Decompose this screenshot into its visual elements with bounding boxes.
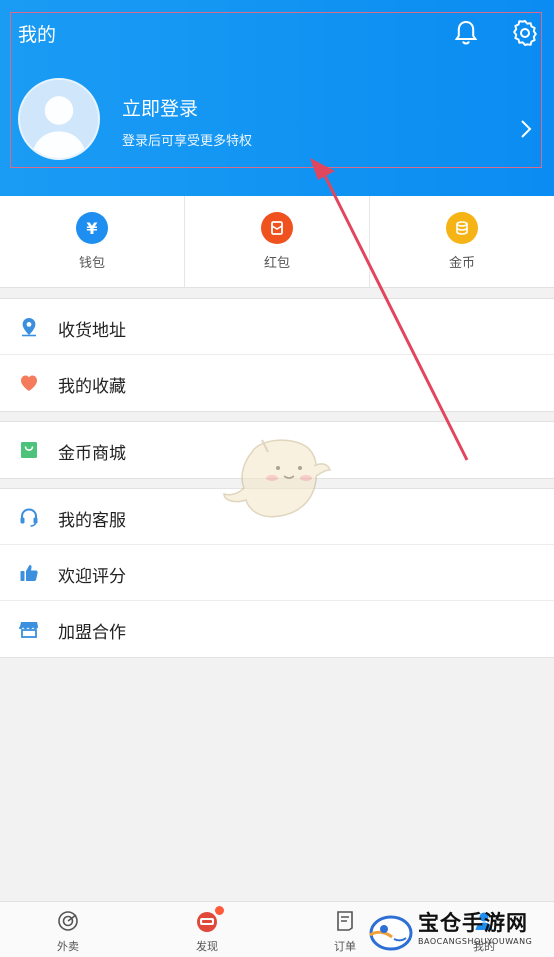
quick-item-label: 钱包 (78, 256, 105, 271)
red-envelope-icon (261, 212, 293, 244)
storefront-icon (18, 622, 38, 638)
headset-icon (20, 508, 38, 527)
tab-label: 发现 (196, 940, 218, 953)
mascot-watermark-icon (223, 439, 332, 518)
menu-item-favorites[interactable]: 我的收藏 (0, 355, 554, 411)
wallet-icon: ¥ (76, 212, 108, 244)
takeout-icon (58, 911, 78, 931)
menu-item-label: 我的收藏 (58, 377, 126, 397)
quick-item-gold-coin[interactable]: 金币 (370, 196, 554, 287)
quick-item-wallet[interactable]: ¥ 钱包 (0, 196, 185, 287)
menu-item-label: 我的客服 (58, 511, 126, 531)
menu-item-label: 收货地址 (58, 321, 126, 341)
menu-item-address[interactable]: 收货地址 (0, 299, 554, 355)
profile-header: 我的 立即登录 登录后可享受更多特权 (0, 0, 554, 196)
discover-badge-dot (215, 906, 224, 915)
watermark-subtitle: BAOCANGSHOUYOUWANG (418, 937, 533, 946)
quick-actions: ¥ 钱包 红包 金币 (0, 196, 554, 288)
default-avatar-icon (31, 96, 87, 158)
menu-item-label: 金币商城 (58, 444, 126, 464)
quick-item-label: 红包 (263, 256, 290, 271)
watermark-logo-icon (369, 915, 413, 951)
avatar (18, 78, 100, 160)
location-pin-icon (22, 318, 36, 337)
tab-takeout[interactable]: 外卖 (28, 902, 108, 957)
login-subtitle: 登录后可享受更多特权 (122, 134, 253, 149)
menu-item-label: 欢迎评分 (58, 567, 126, 587)
menu-item-rate-us[interactable]: 欢迎评分 (0, 545, 554, 601)
menu-item-label: 加盟合作 (58, 623, 126, 643)
chevron-right-icon (521, 120, 532, 138)
thumbs-up-icon (20, 565, 38, 581)
shopping-bag-icon (21, 442, 37, 458)
login-entry[interactable]: 立即登录 登录后可享受更多特权 (18, 78, 538, 162)
tab-label: 外卖 (57, 940, 79, 953)
quick-item-label: 金币 (448, 256, 475, 271)
menu-item-franchise[interactable]: 加盟合作 (0, 601, 554, 657)
watermark-title: 宝仓手游网 (418, 910, 528, 935)
order-icon (337, 911, 353, 931)
tab-discover[interactable]: 发现 (167, 902, 247, 957)
quick-item-red-envelope[interactable]: 红包 (185, 196, 370, 287)
login-title: 立即登录 (122, 98, 199, 120)
menu-group-1: 收货地址 我的收藏 (0, 298, 554, 412)
heart-icon (21, 375, 37, 391)
gold-coin-icon (446, 212, 478, 244)
site-watermark: 宝仓手游网 BAOCANGSHOUYOUWANG (360, 903, 554, 957)
